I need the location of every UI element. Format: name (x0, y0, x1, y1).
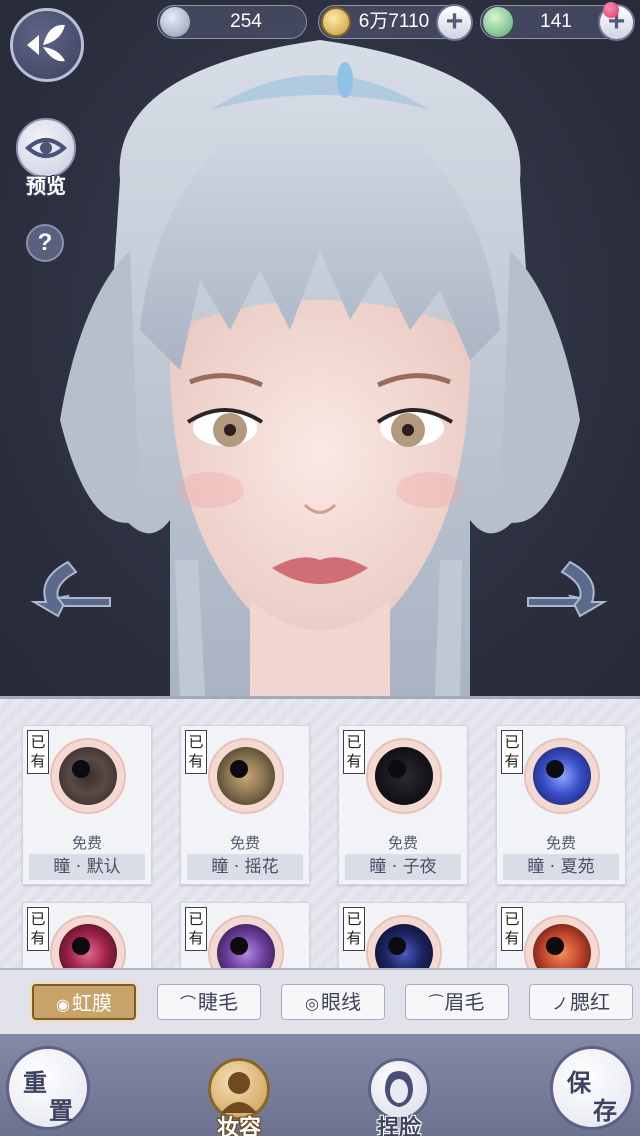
preview-button[interactable] (16, 118, 76, 178)
back-button[interactable] (10, 8, 84, 82)
help-button[interactable]: ? (26, 224, 64, 262)
back-butterfly-icon (27, 24, 65, 62)
iris-preview (366, 915, 442, 968)
tab-iris[interactable]: ◉ 虹膜 (32, 984, 136, 1020)
rotate-right-icon[interactable] (526, 558, 610, 618)
iris-item-card[interactable]: 已有 (180, 902, 310, 968)
owned-tag: 已有 (185, 730, 207, 774)
silver-coin-icon (160, 7, 190, 37)
iris-preview (50, 738, 126, 814)
iris-item-card[interactable]: 已有 免费 瞳 · 默认 (22, 725, 152, 885)
eyebrow-icon: ⁀ (429, 994, 443, 1013)
item-name: 瞳 · 子夜 (345, 854, 461, 880)
currency-copper-value: 6万7110 (358, 11, 430, 32)
iris-item-card[interactable]: 已有 免费 瞳 · 夏苑 (496, 725, 626, 885)
item-price: 免费 (545, 834, 576, 852)
bottom-bar: 重 置 妆容 捏脸 保 存 (0, 1034, 640, 1136)
iris-icon: ◉ (56, 995, 70, 1014)
item-name: 瞳 · 默认 (29, 854, 145, 880)
makeup-category-tabs: ◉ 虹膜 ⌒ 睫毛 ◎ 眼线 ⁀ 眉毛 ノ腮红 (0, 968, 640, 1034)
eye-icon (24, 138, 68, 158)
face-avatar-icon (385, 1071, 413, 1107)
owned-tag: 已有 (343, 907, 365, 951)
makeup-mode-label: 妆容 (216, 1115, 261, 1136)
iris-item-card[interactable]: 已有 (496, 902, 626, 968)
iris-item-panel[interactable]: 已有 免费 瞳 · 默认 已有 免费 瞳 · 摇花 已有 免费 瞳 · 子夜 已… (0, 696, 640, 968)
tab-label: 眼线 (320, 990, 361, 1014)
save-label-1: 保 (567, 1068, 591, 1097)
iris-item-card[interactable]: 已有 免费 瞳 · 摇花 (180, 725, 310, 885)
character-viewport[interactable]: 254 6万7110 + 141 + 预览 ? (0, 0, 640, 696)
tab-label: 虹膜 (71, 991, 112, 1015)
makeup-avatar-icon (221, 1072, 257, 1113)
currency-silver: 254 (157, 5, 307, 39)
face-sculpt-mode-label: 捏脸 (376, 1115, 421, 1136)
owned-tag: 已有 (185, 907, 207, 951)
iris-item-card[interactable]: 已有 (338, 902, 468, 968)
eyelash-icon: ⌒ (179, 994, 196, 1013)
reset-label-2: 置 (49, 1096, 73, 1125)
item-name: 瞳 · 摇花 (187, 854, 303, 880)
eyeliner-icon: ◎ (305, 994, 319, 1013)
currency-copper: 6万7110 + (318, 4, 473, 41)
owned-tag: 已有 (501, 730, 523, 774)
notification-dot (603, 2, 619, 18)
owned-tag: 已有 (27, 730, 49, 774)
iris-item-card[interactable]: 已有 (22, 902, 152, 968)
add-copper-button[interactable]: + (436, 4, 473, 41)
owned-tag: 已有 (343, 730, 365, 774)
jade-icon (483, 7, 513, 37)
owned-tag: 已有 (27, 907, 49, 951)
reset-label-1: 重 (23, 1068, 47, 1097)
iris-preview (524, 738, 600, 814)
reset-button[interactable]: 重 置 (6, 1046, 90, 1130)
tab-blush[interactable]: ノ腮红 (529, 984, 633, 1020)
preview-label: 预览 (26, 174, 66, 198)
iris-item-card[interactable]: 已有 免费 瞳 · 子夜 (338, 725, 468, 885)
currency-jade-value: 141 (540, 11, 572, 32)
tab-eyebrows[interactable]: ⁀ 眉毛 (405, 984, 509, 1020)
owned-tag: 已有 (501, 907, 523, 951)
iris-preview (524, 915, 600, 968)
iris-preview (50, 915, 126, 968)
iris-preview (366, 738, 442, 814)
save-label-2: 存 (593, 1096, 617, 1125)
item-name: 瞳 · 夏苑 (503, 854, 619, 880)
item-price: 免费 (229, 834, 260, 852)
iris-preview (208, 915, 284, 968)
currency-jade: 141 + (480, 2, 635, 41)
iris-preview (208, 738, 284, 814)
item-price: 免费 (71, 834, 102, 852)
tab-eyeliner[interactable]: ◎ 眼线 (281, 984, 385, 1020)
item-price: 免费 (387, 834, 418, 852)
tab-label: 睫毛 (198, 990, 238, 1014)
rotate-left-icon[interactable] (28, 558, 112, 618)
currency-silver-value: 254 (230, 11, 262, 32)
tab-eyelashes[interactable]: ⌒ 睫毛 (157, 984, 261, 1020)
copper-coin-icon (321, 7, 351, 37)
tab-label: 腮红 (570, 990, 610, 1014)
blush-icon: ノ (551, 994, 568, 1013)
save-button[interactable]: 保 存 (550, 1046, 634, 1130)
tab-label: 眉毛 (444, 990, 485, 1014)
